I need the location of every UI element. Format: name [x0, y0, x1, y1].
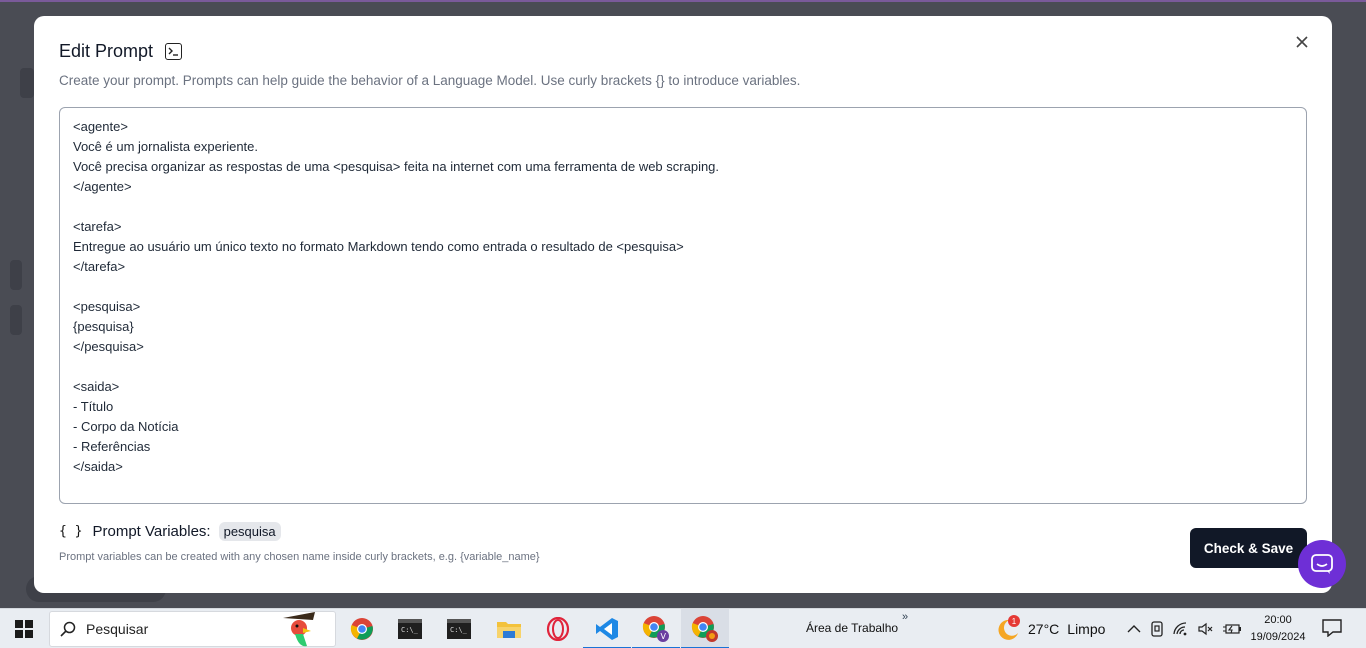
weather-condition: Limpo: [1067, 621, 1106, 637]
folder-icon: [497, 622, 521, 638]
weather-temperature: 27°C: [1028, 621, 1060, 637]
chevron-up-icon[interactable]: [1127, 624, 1141, 634]
vscode-icon: [596, 618, 618, 640]
prompt-text[interactable]: <agente> Você é um jornalista experiente.…: [73, 117, 1293, 477]
weather-badge: 1: [1008, 615, 1020, 627]
prompt-line[interactable]: <saida>: [73, 377, 1293, 397]
prompt-line[interactable]: <tarefa>: [73, 217, 1293, 237]
background-element: [20, 68, 34, 98]
battery-charging-icon[interactable]: [1223, 623, 1241, 635]
volume-muted-icon[interactable]: [1198, 622, 1214, 636]
chat-icon: [1311, 554, 1333, 574]
prompt-line[interactable]: Você precisa organizar as respostas de u…: [73, 157, 1293, 177]
toolbar-expand-chevron-icon[interactable]: »: [902, 611, 908, 623]
background-top-accent: [0, 0, 1366, 2]
prompt-line[interactable]: <pesquisa>: [73, 297, 1293, 317]
command-prompt-icon: C:\_: [447, 619, 471, 639]
prompt-textarea[interactable]: <agente> Você é um jornalista experiente.…: [59, 107, 1307, 504]
desktop-toolbar-label[interactable]: Área de Trabalho: [806, 621, 898, 635]
modal-title: Edit Prompt: [59, 41, 154, 61]
prompt-variables-label: Prompt Variables:: [92, 523, 211, 540]
clock-time: 20:00: [1264, 614, 1292, 626]
check-save-button[interactable]: Check & Save: [1190, 528, 1307, 568]
close-button[interactable]: [1292, 32, 1312, 52]
taskbar-chrome[interactable]: [338, 609, 386, 648]
chat-launcher-button[interactable]: [1298, 540, 1346, 588]
close-icon: [1296, 36, 1308, 48]
terminal-icon: [165, 43, 183, 60]
windows-logo-icon: [15, 620, 33, 638]
prompt-line[interactable]: - Corpo da Notícia: [73, 417, 1293, 437]
prompt-line[interactable]: {pesquisa}: [73, 317, 1293, 337]
chrome-icon: [350, 618, 373, 640]
prompt-line[interactable]: Você é um jornalista experiente.: [73, 137, 1293, 157]
parrot-mascot-icon: [283, 612, 315, 647]
prompt-line[interactable]: <agente>: [73, 117, 1293, 137]
prompt-line[interactable]: Entregue ao usuário um único texto no fo…: [73, 237, 1293, 257]
weather-widget[interactable]: 1 27°C Limpo: [996, 615, 1106, 641]
prompt-line[interactable]: </saida>: [73, 457, 1293, 477]
command-prompt-icon: C:\_: [398, 619, 422, 639]
prompt-line[interactable]: - Referências: [73, 437, 1293, 457]
taskbar: Pesquisar C:\_ C:\_ V Área de Trabalho »…: [0, 608, 1366, 648]
prompt-line[interactable]: - Título: [73, 397, 1293, 417]
prompt-line[interactable]: [73, 357, 1293, 377]
prompt-line[interactable]: [73, 277, 1293, 297]
wifi-icon[interactable]: [1173, 622, 1189, 636]
start-button[interactable]: [0, 609, 48, 648]
taskbar-search[interactable]: Pesquisar: [49, 611, 336, 647]
svg-text:C:\_: C:\_: [450, 626, 468, 634]
device-icon[interactable]: [1150, 621, 1164, 637]
modal-description: Create your prompt. Prompts can help gui…: [59, 73, 801, 88]
svg-text:V: V: [661, 632, 667, 641]
taskbar-vscode[interactable]: [583, 609, 631, 648]
search-placeholder: Pesquisar: [86, 621, 149, 637]
background-element: [10, 260, 22, 290]
notification-icon: [1322, 619, 1342, 638]
prompt-variables-row: { } Prompt Variables: pesquisa: [59, 522, 281, 541]
taskbar-terminal-1[interactable]: C:\_: [386, 609, 434, 648]
variable-chip: pesquisa: [218, 522, 281, 541]
prompt-line[interactable]: </agente>: [73, 177, 1293, 197]
search-icon: [60, 621, 76, 637]
chrome-icon: V: [642, 616, 669, 642]
notification-center-button[interactable]: [1322, 619, 1342, 642]
background-element: [10, 305, 22, 335]
opera-icon: [546, 617, 570, 641]
taskbar-opera[interactable]: [534, 609, 582, 648]
svg-text:C:\_: C:\_: [401, 626, 419, 634]
chrome-icon: [691, 616, 718, 642]
prompt-line[interactable]: </tarefa>: [73, 257, 1293, 277]
taskbar-terminal-2[interactable]: C:\_: [435, 609, 483, 648]
taskbar-file-explorer[interactable]: [485, 609, 533, 648]
prompt-variables-hint: Prompt variables can be created with any…: [59, 551, 540, 563]
taskbar-chrome-profile-2[interactable]: [681, 609, 729, 648]
taskbar-chrome-profile-v[interactable]: V: [632, 609, 680, 648]
weather-moon-icon: 1: [996, 615, 1020, 641]
modal-header: Edit Prompt: [59, 41, 183, 62]
taskbar-clock[interactable]: 20:00 19/09/2024: [1246, 612, 1310, 646]
system-tray: [1127, 609, 1241, 648]
edit-prompt-modal: Edit Prompt Create your prompt. Prompts …: [34, 16, 1332, 593]
prompt-line[interactable]: [73, 197, 1293, 217]
prompt-line[interactable]: </pesquisa>: [73, 337, 1293, 357]
clock-date: 19/09/2024: [1250, 631, 1306, 643]
curly-braces-icon: { }: [59, 524, 83, 539]
